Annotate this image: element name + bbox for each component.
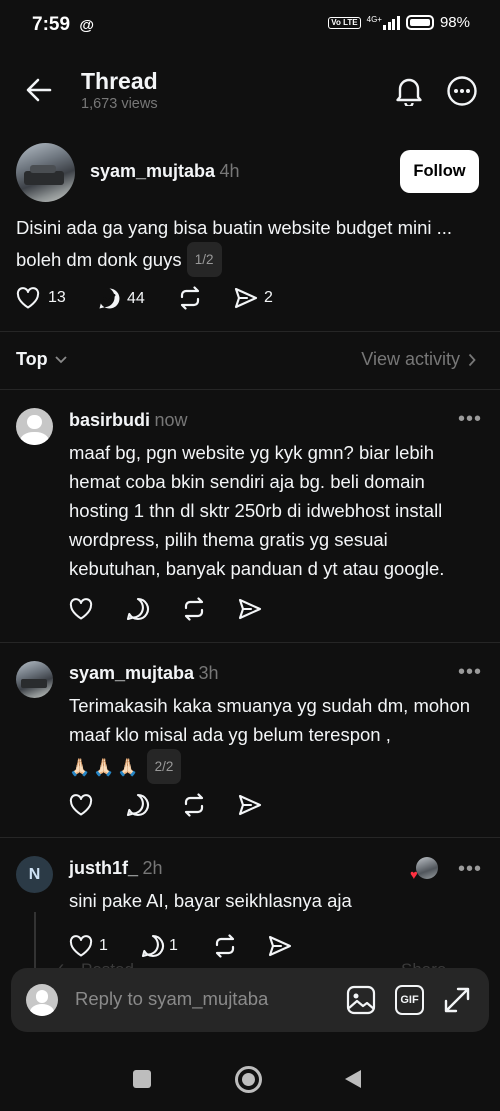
page-title: Thread	[81, 68, 158, 94]
status-indicators: Vo LTE 4G+ 98%	[328, 14, 470, 31]
share-icon[interactable]	[238, 598, 262, 620]
divider	[0, 331, 500, 332]
liked-by-author-badge: ♥	[410, 857, 438, 882]
follow-button[interactable]: Follow	[400, 150, 479, 193]
comment-emoji: 🙏🏻🙏🏻🙏🏻	[69, 758, 142, 777]
expand-icon[interactable]	[443, 986, 471, 1014]
like-button[interactable]: 1	[69, 935, 108, 957]
view-count: 1,673 views	[81, 96, 158, 112]
heart-icon: ♥	[410, 867, 418, 882]
gif-icon[interactable]: GIF	[395, 985, 424, 1015]
share-icon[interactable]	[268, 935, 292, 957]
heart-icon[interactable]	[69, 598, 93, 620]
reply-icon[interactable]	[126, 597, 150, 621]
repost-icon[interactable]	[182, 597, 206, 621]
reply-count: 44	[127, 289, 145, 307]
avatar[interactable]	[16, 408, 53, 445]
reply-input[interactable]: Reply to syam_mujtaba	[75, 988, 268, 1010]
avatar	[26, 984, 58, 1016]
repost-icon[interactable]	[178, 286, 202, 310]
sort-label: Top	[16, 349, 48, 369]
share-button[interactable]: 2	[234, 287, 273, 309]
comment-text: maaf bg, pgn website yg kyk gmn? biar le…	[69, 442, 445, 579]
username[interactable]: basirbudi	[69, 410, 150, 430]
comment-time: 3h	[198, 663, 219, 683]
avatar[interactable]: N	[16, 856, 53, 893]
divider	[0, 642, 500, 643]
status-time-text: 7:59	[32, 14, 71, 35]
reply-count: 1	[169, 937, 178, 954]
post-time: 4h	[219, 161, 240, 181]
reply-checked-icon	[99, 288, 120, 309]
comment-menu-icon[interactable]: •••	[458, 408, 482, 431]
avatar[interactable]	[16, 661, 53, 698]
page-badge: 1/2	[186, 242, 222, 277]
heart-icon	[16, 287, 40, 309]
post-body: Disini ada ga yang bisa buatin website b…	[16, 213, 476, 277]
heart-icon	[69, 935, 93, 957]
username[interactable]: syam_mujtaba	[90, 161, 215, 181]
sort-dropdown[interactable]: Top	[16, 349, 68, 370]
reply-button[interactable]: 1	[141, 934, 178, 958]
comment-text: Terimakasih kaka smuanya yg sudah dm, mo…	[69, 695, 471, 745]
post-text: Disini ada ga yang bisa buatin website b…	[16, 217, 453, 270]
chevron-right-icon	[468, 353, 476, 366]
divider	[0, 837, 500, 838]
page-badge: 2/2	[146, 749, 182, 784]
status-time: 7:59 @	[32, 14, 94, 36]
like-count: 1	[99, 937, 108, 954]
username[interactable]: syam_mujtaba	[69, 663, 194, 683]
comment-menu-icon[interactable]: •••	[458, 858, 482, 881]
volte-icon: Vo LTE	[328, 16, 361, 29]
home-button[interactable]	[235, 1066, 262, 1093]
post-author: syam_mujtaba 4h	[90, 161, 240, 182]
comment-author: basirbudi now	[69, 410, 188, 431]
reply-icon[interactable]	[126, 793, 150, 817]
comment-text: sini pake AI, bayar seikhlasnya aja	[69, 890, 352, 911]
share-count: 2	[264, 289, 273, 306]
image-icon[interactable]	[346, 985, 376, 1015]
reply-icon	[141, 934, 165, 958]
back-arrow-icon[interactable]	[26, 77, 52, 103]
repost-icon[interactable]	[182, 793, 206, 817]
avatar-logo-icon: N	[28, 865, 41, 883]
battery-level: 98%	[439, 14, 470, 31]
repost-icon[interactable]	[213, 934, 237, 958]
view-activity-label: View activity	[361, 349, 460, 369]
username[interactable]: justh1f_	[69, 858, 138, 878]
thread-line	[34, 912, 36, 974]
threads-status-icon: @	[79, 17, 94, 34]
bell-icon[interactable]	[395, 76, 423, 106]
view-activity-link[interactable]: View activity	[361, 349, 476, 370]
comment-menu-icon[interactable]: •••	[458, 661, 482, 684]
back-button[interactable]	[344, 1069, 362, 1089]
like-button[interactable]: 13	[16, 287, 66, 309]
heart-icon[interactable]	[69, 794, 93, 816]
comment-time: now	[154, 410, 188, 430]
battery-icon	[405, 15, 434, 30]
comment-body: Terimakasih kaka smuanya yg sudah dm, mo…	[69, 691, 489, 784]
signal-icon: 4G+	[366, 14, 400, 30]
network-type: 4G+	[366, 14, 382, 24]
comment-time: 2h	[142, 858, 163, 878]
avatar[interactable]	[16, 143, 75, 202]
share-icon[interactable]	[238, 794, 262, 816]
recents-button[interactable]	[133, 1070, 151, 1088]
more-icon[interactable]	[446, 75, 478, 107]
comment-author: justh1f_ 2h	[69, 858, 163, 879]
reply-button[interactable]: 44	[98, 287, 145, 310]
share-icon	[234, 287, 258, 309]
like-count: 13	[48, 289, 66, 306]
chevron-down-icon	[55, 355, 67, 363]
comment-author: syam_mujtaba 3h	[69, 663, 219, 684]
divider	[0, 389, 500, 390]
